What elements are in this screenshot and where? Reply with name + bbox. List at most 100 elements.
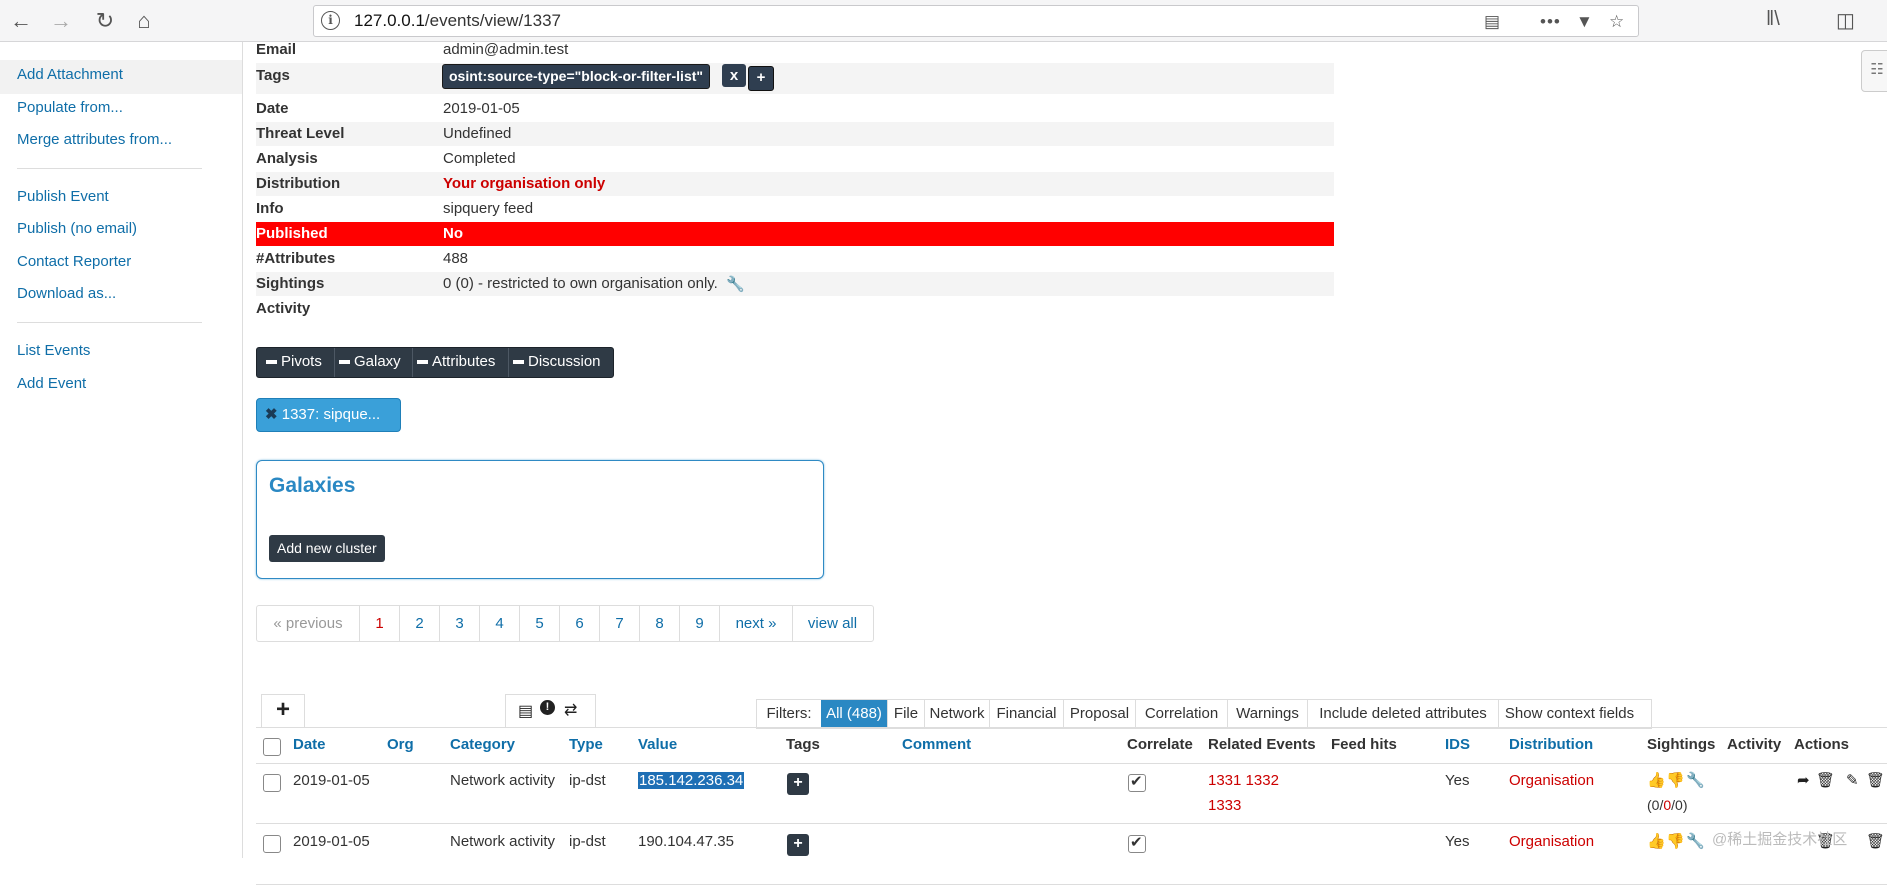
close-icon[interactable]: ✖ (265, 406, 278, 423)
filter-correlation[interactable]: Correlation (1136, 700, 1228, 728)
add-attribute-tab[interactable]: + (261, 694, 305, 728)
filter-network[interactable]: Network (925, 700, 990, 728)
site-info-icon[interactable]: i (321, 11, 340, 30)
toggle-discussion[interactable]: Discussion (513, 353, 601, 370)
cell-value[interactable]: 190.104.47.35 (638, 833, 734, 850)
sidebar-item-download-as[interactable]: Download as... (17, 285, 116, 302)
library-icon[interactable]: ‖\ (1766, 8, 1780, 31)
related-events-link[interactable]: 1333 (1208, 797, 1241, 814)
col-category[interactable]: Category (450, 736, 515, 753)
reload-icon[interactable]: ↻ (92, 8, 118, 34)
sidebar-item-populate-from[interactable]: Populate from... (17, 99, 123, 116)
reader-view-icon[interactable]: ▤ (1484, 12, 1500, 32)
cell-distribution[interactable]: Organisation (1509, 772, 1594, 789)
thumbs-down-icon[interactable]: 👎 (1666, 771, 1685, 789)
col-date[interactable]: Date (293, 736, 326, 753)
col-ids[interactable]: IDS (1445, 736, 1470, 753)
page-next[interactable]: next » (720, 606, 793, 641)
page-9[interactable]: 9 (680, 606, 720, 641)
page-4[interactable]: 4 (480, 606, 520, 641)
add-tag-button[interactable]: + (787, 773, 809, 795)
col-value[interactable]: Value (638, 736, 677, 753)
sidebar-item-contact-reporter[interactable]: Contact Reporter (17, 253, 131, 270)
wrench-icon[interactable]: 🔧 (1686, 771, 1705, 789)
bookmark-star-icon[interactable]: ☆ (1609, 12, 1624, 32)
correlate-checkbox[interactable] (1128, 772, 1146, 792)
row-checkbox[interactable] (263, 835, 281, 853)
page-7[interactable]: 7 (600, 606, 640, 641)
page-5[interactable]: 5 (520, 606, 560, 641)
sidebar-item-add-attachment[interactable]: Add Attachment (17, 66, 123, 83)
page-6[interactable]: 6 (560, 606, 600, 641)
filter-financial[interactable]: Financial (990, 700, 1064, 728)
thumbs-down-icon[interactable]: 👎 (1666, 832, 1685, 850)
toggle-label: Pivots (281, 353, 322, 370)
col-org[interactable]: Org (387, 736, 414, 753)
wrench-icon[interactable]: 🔧 (726, 275, 745, 293)
event-pivot-chip[interactable]: ✖ 1337: sipque... (256, 398, 401, 432)
detail-value: 488 (443, 250, 469, 267)
sidebar-item-publish-event[interactable]: Publish Event (17, 188, 109, 205)
add-cluster-button[interactable]: Add new cluster (269, 535, 385, 562)
thumbs-up-icon[interactable]: 👍 (1647, 832, 1666, 850)
detail-key: Info (256, 200, 284, 217)
sidebar-item-publish-no-email[interactable]: Publish (no email) (17, 220, 137, 237)
select-all-checkbox[interactable] (263, 738, 281, 756)
filter-include-deleted[interactable]: Include deleted attributes (1308, 700, 1499, 728)
filter-file[interactable]: File (888, 700, 925, 728)
related-events-link[interactable]: 1331 1332 (1208, 772, 1279, 789)
shuffle-icon[interactable]: ⇄ (564, 700, 577, 720)
add-tag-button[interactable]: + (748, 66, 774, 91)
detail-value: No (443, 225, 463, 242)
address-bar[interactable]: i 127.0.0.1/events/view/1337 ▤ ••• ▼ ☆ (313, 5, 1639, 37)
sidebar-item-list-events[interactable]: List Events (17, 342, 90, 359)
sidebar-item-add-event[interactable]: Add Event (17, 375, 86, 392)
cell-value[interactable]: 185.142.236.34 (638, 772, 745, 789)
share-icon[interactable]: ➦ (1797, 771, 1810, 789)
home-icon[interactable]: ⌂ (131, 8, 157, 34)
page-3[interactable]: 3 (440, 606, 480, 641)
col-tags: Tags (786, 736, 820, 753)
delete-icon[interactable]: 🗑 (1866, 771, 1885, 789)
filter-warnings[interactable]: Warnings (1228, 700, 1308, 728)
correlate-checkbox[interactable] (1128, 833, 1146, 853)
trash-icon[interactable]: 🗑 (1816, 771, 1835, 789)
tag-chip[interactable]: osint:source-type="block-or-filter-list" (442, 64, 711, 89)
edit-icon[interactable]: ✎ (1846, 771, 1859, 789)
thumbs-up-icon[interactable]: 👍 (1647, 771, 1666, 789)
filter-proposal[interactable]: Proposal (1064, 700, 1136, 728)
filter-all[interactable]: All (488) (821, 700, 888, 728)
add-tag-button[interactable]: + (787, 834, 809, 856)
page-8[interactable]: 8 (640, 606, 680, 641)
list-icon[interactable]: ▤ (518, 701, 533, 721)
cell-distribution[interactable]: Organisation (1509, 833, 1594, 850)
sidebar-toggle-icon[interactable]: ◫ (1836, 8, 1855, 33)
more-actions-icon[interactable]: ••• (1540, 12, 1561, 32)
page-2[interactable]: 2 (400, 606, 440, 641)
side-panel-handle[interactable]: ☷ (1861, 50, 1887, 92)
row-checkbox[interactable] (263, 774, 281, 792)
filters-label: Filters: (766, 705, 812, 722)
toggle-galaxy[interactable]: Galaxy (339, 353, 401, 370)
back-arrow-icon[interactable]: ← (8, 8, 34, 34)
sidebar-item-merge-attributes[interactable]: Merge attributes from... (17, 131, 172, 148)
pocket-icon[interactable]: ▼ (1576, 12, 1593, 32)
toggle-pivots[interactable]: Pivots (266, 353, 322, 370)
page-previous[interactable]: « previous (257, 606, 360, 641)
col-comment[interactable]: Comment (902, 736, 971, 753)
info-icon[interactable]: ! (540, 700, 555, 715)
forward-arrow-icon[interactable]: → (48, 8, 74, 34)
col-type[interactable]: Type (569, 736, 603, 753)
remove-tag-button[interactable]: x (722, 64, 746, 87)
filter-show-context[interactable]: Show context fields (1499, 700, 1640, 728)
url-text[interactable]: 127.0.0.1/events/view/1337 (354, 11, 561, 31)
toggle-label: Galaxy (354, 353, 401, 370)
detail-row-info: Info sipquery feed (256, 197, 1334, 221)
page-1[interactable]: 1 (360, 606, 400, 641)
delete-icon[interactable]: 🗑 (1866, 832, 1885, 850)
page-view-all[interactable]: view all (793, 606, 872, 641)
sidebar-divider (17, 322, 202, 323)
toggle-attributes[interactable]: Attributes (417, 353, 495, 370)
col-distribution[interactable]: Distribution (1509, 736, 1593, 753)
wrench-icon[interactable]: 🔧 (1686, 832, 1705, 850)
